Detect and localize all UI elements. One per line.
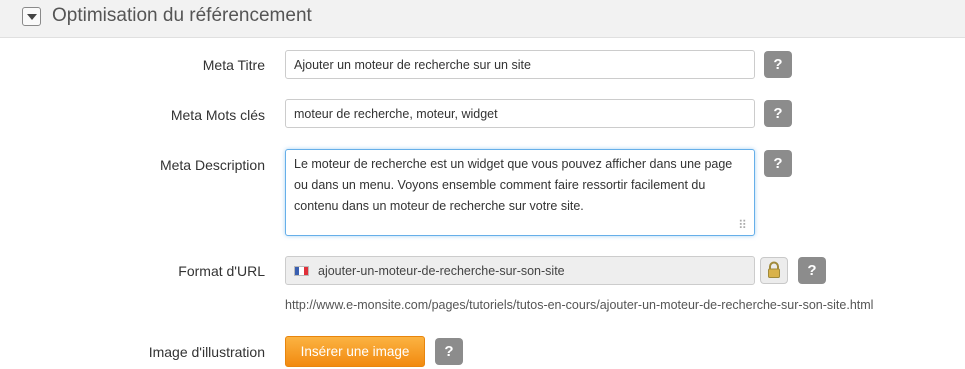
meta-description-label: Meta Description (159, 157, 265, 173)
collapse-toggle-button[interactable] (22, 7, 41, 26)
url-slug-field: ajouter-un-moteur-de-recherche-sur-son-s… (285, 256, 755, 285)
meta-description-textarea[interactable]: Le moteur de recherche est un widget que… (285, 149, 755, 236)
insert-image-button[interactable]: Insérer une image (285, 336, 425, 367)
full-url-preview: http://www.e-monsite.com/pages/tutoriels… (285, 298, 874, 312)
image-help-button[interactable]: ? (435, 338, 463, 365)
url-format-help-button[interactable]: ? (798, 257, 826, 284)
meta-keywords-label: Meta Mots clés (170, 107, 265, 123)
meta-keywords-input[interactable] (285, 99, 755, 128)
meta-title-input[interactable] (285, 50, 755, 79)
meta-title-help-button[interactable]: ? (764, 51, 792, 78)
meta-title-label: Meta Titre (202, 57, 265, 73)
french-flag-icon (294, 266, 309, 276)
url-lock-button[interactable] (760, 257, 788, 284)
lock-icon (768, 261, 780, 278)
url-format-label: Format d'URL (178, 263, 265, 279)
image-label: Image d'illustration (148, 344, 265, 360)
meta-keywords-help-button[interactable]: ? (764, 100, 792, 127)
resize-grip-icon[interactable]: ⠿ (735, 218, 749, 232)
triangle-down-icon (27, 14, 37, 20)
meta-description-help-button[interactable]: ? (764, 150, 792, 177)
url-slug-value: ajouter-un-moteur-de-recherche-sur-son-s… (318, 264, 565, 278)
section-header: Optimisation du référencement (0, 0, 965, 38)
section-title: Optimisation du référencement (52, 5, 312, 26)
